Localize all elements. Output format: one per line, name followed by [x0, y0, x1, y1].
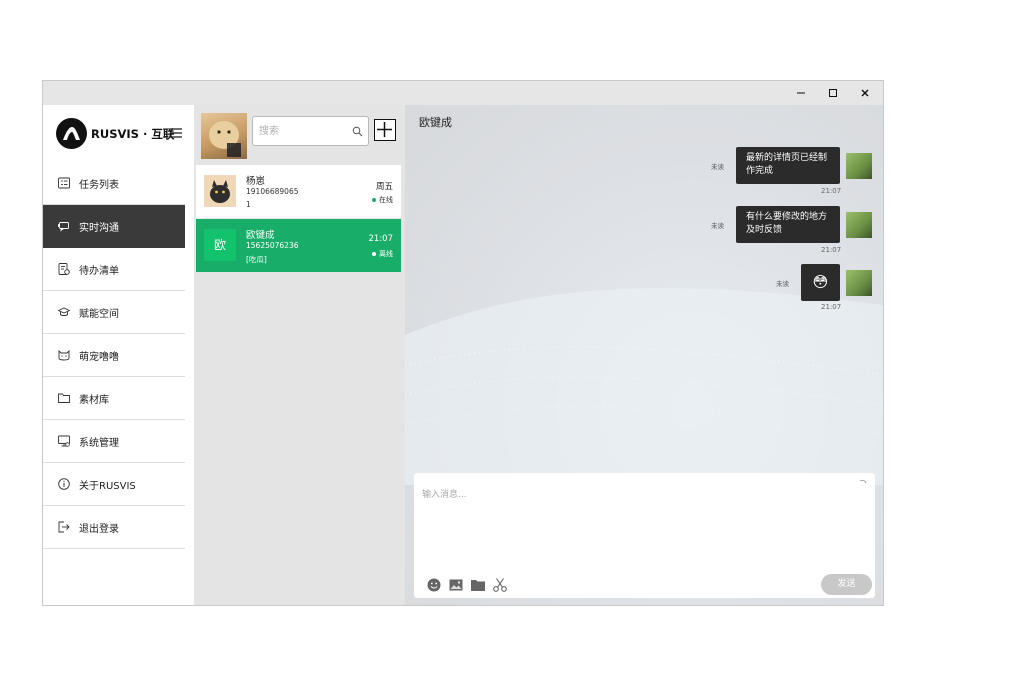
- pet-icon: [58, 349, 70, 361]
- sidebar-item-label: 素材库: [79, 395, 109, 406]
- contact-name: 杨崽: [246, 176, 266, 187]
- message-input[interactable]: [422, 487, 852, 567]
- sidebar-item-label: 任务列表: [79, 180, 119, 191]
- emoji-message-bubble[interactable]: 😳: [801, 264, 840, 301]
- status-dot: [372, 198, 376, 202]
- status-dot: [372, 252, 376, 256]
- message-time: 21:07: [821, 303, 842, 311]
- contact-last-message: [吃瓜]: [246, 255, 267, 264]
- sidebar-item-label: 赋能空间: [79, 309, 119, 320]
- scissors-icon[interactable]: [492, 577, 508, 593]
- contact-phone: 15625076236: [246, 241, 299, 250]
- sidebar-item-label: 萌宠噜噜: [79, 352, 119, 363]
- contact-name: 欧键成: [246, 230, 275, 241]
- sidebar: RUSVIS · 互联 任务列表 实时沟通 待办清单 赋能空间 萌宠噜噜 素材库…: [43, 105, 194, 605]
- logout-icon: [58, 521, 70, 533]
- task-list-icon: [58, 177, 70, 189]
- sidebar-item-task-list[interactable]: 任务列表: [43, 162, 185, 205]
- contacts-panel: 杨崽 19106689065 1 周五 在线 欧 欧键成 15625076236…: [194, 105, 405, 605]
- contact-item-yangzai[interactable]: 杨崽 19106689065 1 周五 在线: [196, 165, 401, 218]
- contact-time: 21:07: [368, 234, 394, 244]
- message-bubble[interactable]: 最新的详情页已经制 作完成: [736, 147, 840, 184]
- contact-last-message: 1: [246, 200, 251, 209]
- todo-icon: [58, 263, 70, 275]
- status-text: 在线: [379, 196, 393, 204]
- sidebar-item-about[interactable]: 关于RUSVIS: [43, 463, 185, 506]
- avatar: 欧: [204, 229, 236, 261]
- online-status: 在线: [372, 195, 393, 205]
- dog-photo-icon: [209, 121, 241, 157]
- image-icon[interactable]: [448, 577, 464, 593]
- online-status: 离线: [372, 249, 393, 259]
- avatar: [846, 153, 872, 179]
- title-bar: [43, 81, 883, 105]
- message-text: 作完成: [746, 166, 774, 176]
- folder-icon: [58, 393, 70, 403]
- search-icon[interactable]: [352, 126, 363, 137]
- app-window: RUSVIS · 互联 任务列表 实时沟通 待办清单 赋能空间 萌宠噜噜 素材库…: [42, 80, 884, 606]
- maximize-icon: [829, 89, 837, 97]
- close-button[interactable]: [852, 84, 878, 102]
- folder-icon[interactable]: [470, 577, 486, 593]
- contact-phone: 19106689065: [246, 187, 299, 196]
- sidebar-item-label: 退出登录: [79, 524, 119, 535]
- close-icon: [861, 89, 869, 97]
- graduation-cap-icon: [58, 307, 70, 317]
- search-box: [252, 116, 369, 146]
- message-text: 有什么要修改的地方: [746, 212, 828, 222]
- sidebar-item-label: 系统管理: [79, 438, 119, 449]
- status-text: 离线: [379, 250, 393, 258]
- message-text: 及时反馈: [746, 225, 783, 235]
- message-text: 最新的详情页已经制: [746, 153, 828, 163]
- maximize-button[interactable]: [820, 84, 846, 102]
- loading-spinner-icon: [859, 479, 867, 484]
- hamburger-menu-icon[interactable]: [170, 128, 182, 138]
- logo-mark-icon: [63, 127, 80, 140]
- sidebar-item-assets[interactable]: 素材库: [43, 377, 185, 420]
- send-button[interactable]: 发送: [821, 574, 872, 595]
- unread-label: 未读: [711, 163, 724, 171]
- sidebar-item-logout[interactable]: 退出登录: [43, 506, 185, 549]
- sidebar-item-label: 关于RUSVIS: [79, 481, 136, 492]
- sidebar-item-todo[interactable]: 待办清单: [43, 248, 185, 291]
- avatar: [204, 175, 236, 207]
- emoji-icon[interactable]: [426, 577, 442, 593]
- sidebar-item-pets[interactable]: 萌宠噜噜: [43, 334, 185, 377]
- message-bubble[interactable]: 有什么要修改的地方 及时反馈: [736, 206, 840, 243]
- message-time: 21:07: [821, 246, 842, 254]
- brand: RUSVIS · 互联: [56, 118, 186, 150]
- plus-icon: [377, 122, 392, 137]
- rusvis-logo: [56, 118, 87, 149]
- sidebar-item-realtime-chat[interactable]: 实时沟通: [43, 205, 185, 248]
- sidebar-item-empower-space[interactable]: 赋能空间: [43, 291, 185, 334]
- unread-label: 未读: [776, 280, 789, 288]
- sidebar-item-system-admin[interactable]: 系统管理: [43, 420, 185, 463]
- sidebar-nav: 任务列表 实时沟通 待办清单 赋能空间 萌宠噜噜 素材库 系统管理 关于RUSV…: [43, 162, 185, 549]
- avatar: [846, 270, 872, 296]
- add-contact-button[interactable]: [374, 119, 396, 141]
- avatar: [846, 212, 872, 238]
- info-icon: [58, 478, 70, 490]
- my-avatar[interactable]: [201, 113, 247, 159]
- chat-icon: [58, 222, 69, 232]
- contact-time: 周五: [375, 182, 393, 192]
- brand-name: RUSVIS · 互联: [91, 127, 175, 141]
- unread-label: 未读: [711, 222, 724, 230]
- minimize-button[interactable]: [788, 84, 814, 102]
- chat-panel: 欧键成 未读 最新的详情页已经制 作完成 21:07 未读 有什么要修改的地方 …: [405, 105, 883, 605]
- message-time: 21:07: [821, 187, 842, 195]
- search-input[interactable]: [259, 123, 345, 139]
- monitor-icon: [58, 435, 70, 447]
- message-input-area: 发送: [414, 473, 875, 598]
- minimize-icon: [797, 92, 805, 94]
- cat-photo-icon: [204, 175, 236, 207]
- chat-title: 欧键成: [419, 116, 452, 129]
- sidebar-item-label: 实时沟通: [79, 223, 119, 234]
- contact-item-oujiancheng[interactable]: 欧 欧键成 15625076236 [吃瓜] 21:07 离线: [196, 219, 401, 272]
- sidebar-item-label: 待办清单: [79, 266, 119, 277]
- flushed-face-emoji: 😳: [812, 273, 829, 291]
